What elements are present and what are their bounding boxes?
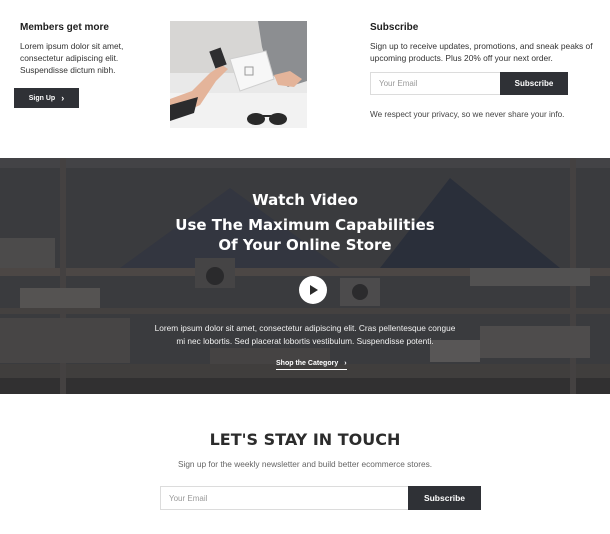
video-banner: Watch Video Use The Maximum Capabilities… bbox=[0, 158, 610, 394]
top-strip: Members get more Lorem ipsum dolor sit a… bbox=[0, 0, 610, 158]
newsletter-subscribe-button[interactable]: Subscribe bbox=[408, 486, 481, 510]
members-text: Lorem ipsum dolor sit amet, consectetur … bbox=[20, 41, 124, 75]
shop-category-label: Shop the Category bbox=[276, 360, 339, 367]
subscribe-block: Subscribe Sign up to receive updates, pr… bbox=[370, 22, 602, 64]
video-headline-line1: Use The Maximum Capabilities bbox=[175, 216, 435, 234]
play-button[interactable] bbox=[299, 276, 327, 304]
video-kicker: Watch Video bbox=[252, 191, 358, 209]
subscribe-button[interactable]: Subscribe bbox=[500, 72, 568, 95]
privacy-note: We respect your privacy, so we never sha… bbox=[370, 110, 565, 119]
newsletter-subtitle: Sign up for the weekly newsletter and bu… bbox=[177, 459, 433, 469]
card-payment-photo bbox=[170, 21, 307, 128]
newsletter-email-input[interactable] bbox=[160, 486, 408, 510]
video-headline-line2: Of Your Online Store bbox=[218, 236, 392, 254]
video-description: Lorem ipsum dolor sit amet, consectetur … bbox=[154, 323, 456, 346]
members-title: Members get more bbox=[20, 22, 109, 33]
chevron-right-icon: › bbox=[344, 360, 347, 367]
sign-up-button[interactable]: Sign Up › bbox=[14, 88, 79, 108]
subscribe-title: Subscribe bbox=[370, 22, 419, 33]
subscribe-description: Sign up to receive updates, promotions, … bbox=[370, 41, 593, 63]
subscribe-email-input[interactable] bbox=[370, 72, 500, 95]
sign-up-label: Sign Up bbox=[28, 94, 56, 102]
subscribe-form: Subscribe bbox=[370, 72, 568, 95]
newsletter-form: Subscribe bbox=[160, 486, 481, 510]
shop-category-link[interactable]: Shop the Category › bbox=[276, 360, 347, 370]
chevron-right-icon: › bbox=[61, 92, 65, 103]
members-block: Members get more Lorem ipsum dolor sit a… bbox=[20, 22, 160, 76]
play-icon bbox=[310, 285, 318, 295]
newsletter-title: LET'S STAY IN TOUCH bbox=[209, 430, 401, 449]
